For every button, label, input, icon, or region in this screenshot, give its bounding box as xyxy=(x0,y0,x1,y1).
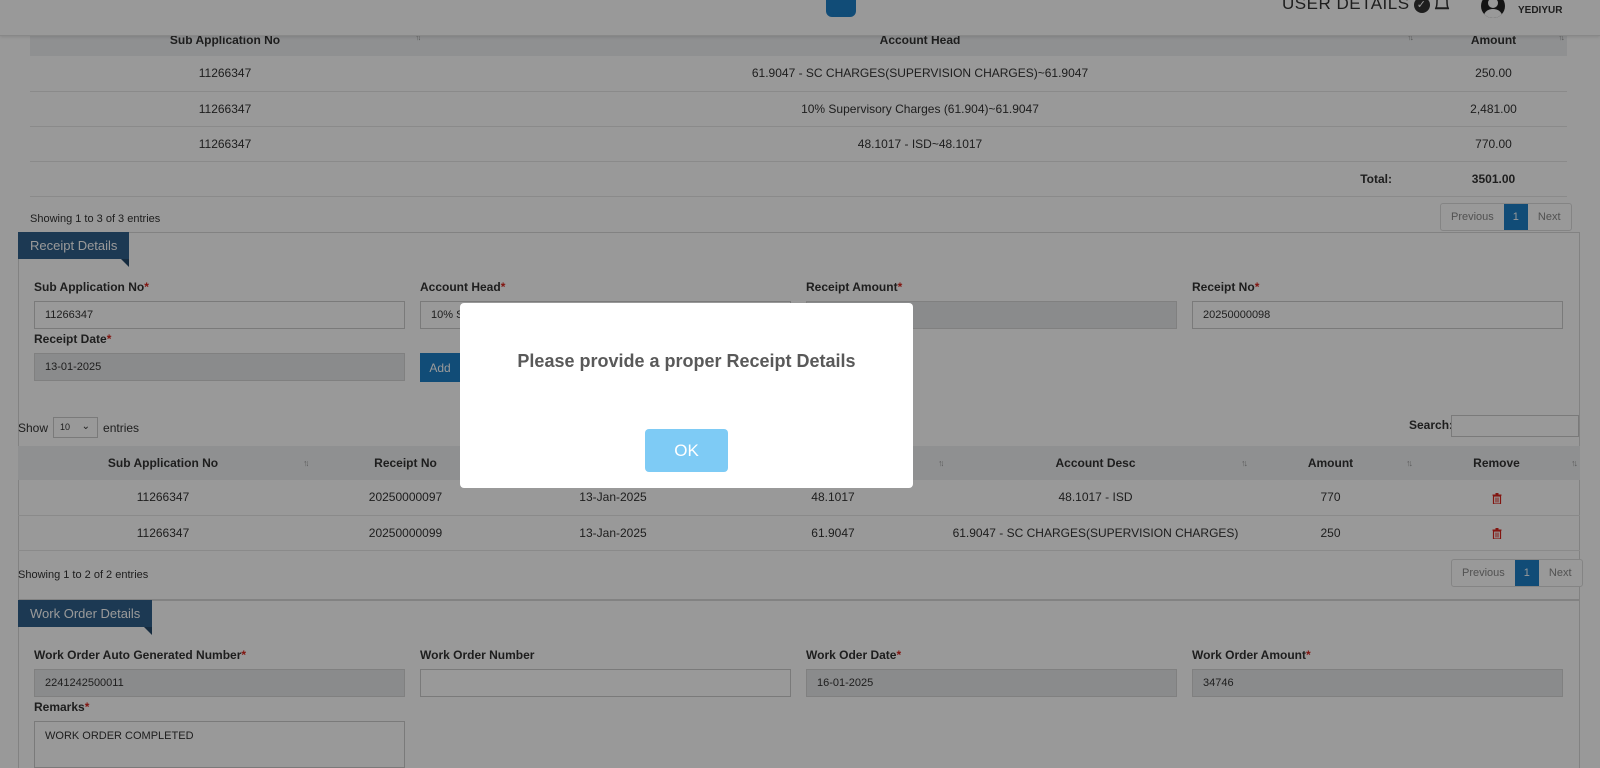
ok-button[interactable]: OK xyxy=(645,429,728,472)
alert-dialog: Please provide a proper Receipt Details … xyxy=(460,303,913,488)
alert-message: Please provide a proper Receipt Details xyxy=(517,351,856,371)
